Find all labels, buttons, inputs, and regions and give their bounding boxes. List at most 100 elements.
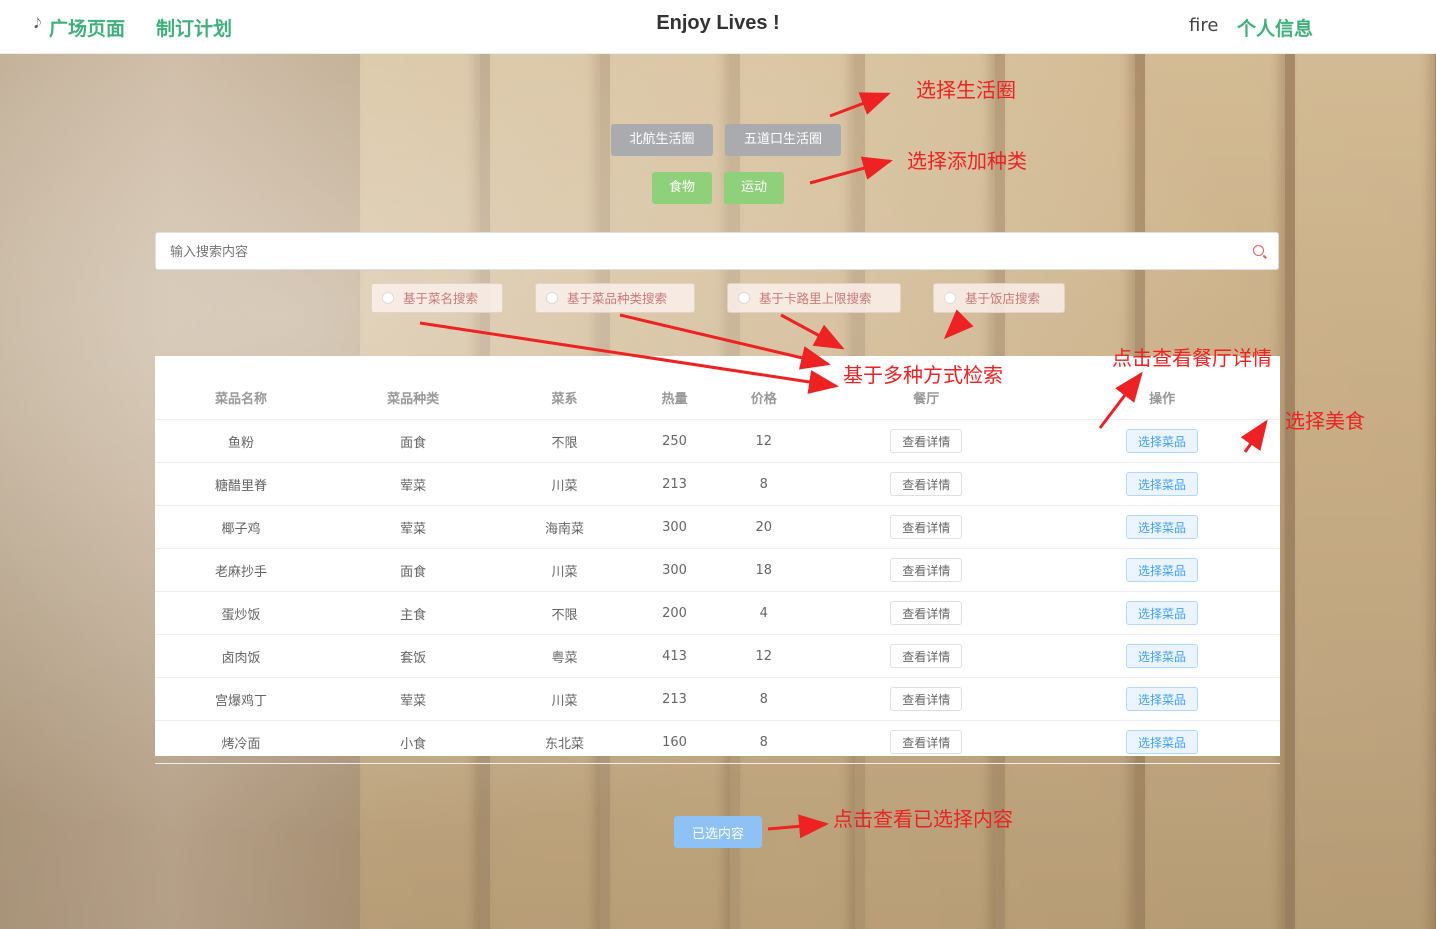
search-box bbox=[155, 232, 1279, 271]
action-cell: 选择菜品 bbox=[1044, 505, 1280, 549]
price-cell: 4 bbox=[719, 591, 809, 635]
cuisine-cell: 不限 bbox=[499, 419, 630, 463]
action-cell: 选择菜品 bbox=[1044, 720, 1280, 764]
cuisine-cell: 海南菜 bbox=[499, 505, 630, 549]
restaurant-cell: 查看详情 bbox=[808, 677, 1045, 721]
search-mode-dish-name[interactable]: 基于菜名搜索 bbox=[371, 283, 503, 313]
dish-name-cell: 鱼粉 bbox=[155, 419, 328, 463]
table-row: 卤肉饭 套饭 粤菜 413 12 查看详情 选择菜品 bbox=[155, 634, 1280, 678]
dish-type-cell: 面食 bbox=[327, 419, 500, 463]
column-header: 热量 bbox=[629, 356, 720, 420]
radio-circle-icon bbox=[738, 292, 750, 304]
annotation-selected: 点击查看已选择内容 bbox=[833, 807, 1013, 831]
cuisine-cell: 川菜 bbox=[499, 548, 630, 592]
cuisine-cell: 川菜 bbox=[499, 677, 630, 721]
action-cell: 选择菜品 bbox=[1044, 591, 1280, 635]
dish-table: 菜品名称 菜品种类 菜系 热量 价格 餐厅 操作 鱼粉 面食 不限 250 12 查看详情… bbox=[155, 356, 1280, 764]
restaurant-cell: 查看详情 bbox=[808, 720, 1045, 764]
table-row: 鱼粉 面食 不限 250 12 查看详情 选择菜品 bbox=[155, 419, 1280, 463]
select-dish-button[interactable]: 选择菜品 bbox=[1126, 730, 1199, 754]
price-cell: 8 bbox=[719, 677, 809, 721]
select-dish-button[interactable]: 选择菜品 bbox=[1126, 472, 1199, 496]
dish-name-cell: 椰子鸡 bbox=[155, 505, 328, 549]
table-row: 烤冷面 小食 东北菜 160 8 查看详情 选择菜品 bbox=[155, 720, 1280, 764]
category-sport-button[interactable]: 运动 bbox=[724, 172, 784, 204]
circle-beihang-button[interactable]: 北航生活圈 bbox=[611, 124, 713, 156]
calorie-cell: 250 bbox=[629, 419, 720, 463]
search-mode-calorie[interactable]: 基于卡路里上限搜索 bbox=[727, 283, 901, 313]
dish-name-cell: 蛋炒饭 bbox=[155, 591, 328, 635]
view-detail-button[interactable]: 查看详情 bbox=[890, 472, 963, 496]
dish-type-cell: 套饭 bbox=[327, 634, 500, 678]
dish-type-cell: 小食 bbox=[327, 720, 500, 764]
view-detail-button[interactable]: 查看详情 bbox=[890, 687, 963, 711]
restaurant-cell: 查看详情 bbox=[808, 505, 1045, 549]
select-dish-button[interactable]: 选择菜品 bbox=[1126, 601, 1199, 625]
dish-name-cell: 卤肉饭 bbox=[155, 634, 328, 678]
action-cell: 选择菜品 bbox=[1044, 548, 1280, 592]
table-row: 糖醋里脊 荤菜 川菜 213 8 查看详情 选择菜品 bbox=[155, 462, 1280, 506]
top-nav-bar: 𝅘𝅥𝅮 广场页面 制订计划 Enjoy Lives ! fire 个人信息 bbox=[0, 0, 1436, 54]
dish-name-cell: 宫爆鸡丁 bbox=[155, 677, 328, 721]
calorie-cell: 300 bbox=[629, 505, 720, 549]
calorie-cell: 413 bbox=[629, 634, 720, 678]
calorie-cell: 300 bbox=[629, 548, 720, 592]
select-dish-button[interactable]: 选择菜品 bbox=[1126, 687, 1199, 711]
action-cell: 选择菜品 bbox=[1044, 677, 1280, 721]
calorie-cell: 160 bbox=[629, 720, 720, 764]
nav-profile-link[interactable]: 个人信息 bbox=[1237, 14, 1313, 41]
search-mode-label: 基于菜品种类搜索 bbox=[567, 291, 668, 306]
view-selected-button[interactable]: 已选内容 bbox=[674, 816, 762, 848]
restaurant-cell: 查看详情 bbox=[808, 462, 1045, 506]
search-mode-restaurant[interactable]: 基于饭店搜索 bbox=[933, 283, 1065, 313]
cuisine-cell: 不限 bbox=[499, 591, 630, 635]
search-icon[interactable] bbox=[1253, 245, 1264, 256]
dish-type-cell: 面食 bbox=[327, 548, 500, 592]
view-detail-button[interactable]: 查看详情 bbox=[890, 515, 963, 539]
view-detail-button[interactable]: 查看详情 bbox=[890, 558, 963, 582]
select-dish-button[interactable]: 选择菜品 bbox=[1126, 644, 1199, 668]
annotation-detail: 点击查看餐厅详情 bbox=[1112, 346, 1272, 370]
restaurant-cell: 查看详情 bbox=[808, 634, 1045, 678]
price-cell: 12 bbox=[719, 419, 809, 463]
calorie-cell: 213 bbox=[629, 462, 720, 506]
circle-wudaokou-button[interactable]: 五道口生活圈 bbox=[725, 124, 841, 156]
action-cell: 选择菜品 bbox=[1044, 462, 1280, 506]
view-detail-button[interactable]: 查看详情 bbox=[890, 601, 963, 625]
category-food-button[interactable]: 食物 bbox=[652, 172, 712, 204]
view-detail-button[interactable]: 查看详情 bbox=[890, 730, 963, 754]
select-dish-button[interactable]: 选择菜品 bbox=[1126, 515, 1199, 539]
select-dish-button[interactable]: 选择菜品 bbox=[1126, 429, 1199, 453]
annotation-select: 选择美食 bbox=[1285, 409, 1365, 433]
action-cell: 选择菜品 bbox=[1044, 634, 1280, 678]
price-cell: 8 bbox=[719, 720, 809, 764]
search-mode-label: 基于菜名搜索 bbox=[403, 291, 479, 306]
search-input[interactable] bbox=[168, 233, 1242, 271]
radio-circle-icon bbox=[546, 292, 558, 304]
price-cell: 20 bbox=[719, 505, 809, 549]
column-header: 价格 bbox=[719, 356, 809, 420]
calorie-cell: 200 bbox=[629, 591, 720, 635]
annotation-circle: 选择生活圈 bbox=[916, 78, 1016, 102]
price-cell: 8 bbox=[719, 462, 809, 506]
search-mode-dish-type[interactable]: 基于菜品种类搜索 bbox=[535, 283, 695, 313]
column-header: 菜品名称 bbox=[155, 356, 328, 420]
brand-title: Enjoy Lives ! bbox=[656, 12, 780, 34]
table-row: 老麻抄手 面食 川菜 300 18 查看详情 选择菜品 bbox=[155, 548, 1280, 592]
restaurant-cell: 查看详情 bbox=[808, 419, 1045, 463]
dish-name-cell: 烤冷面 bbox=[155, 720, 328, 764]
search-mode-label: 基于卡路里上限搜索 bbox=[759, 291, 872, 306]
dish-name-cell: 糖醋里脊 bbox=[155, 462, 328, 506]
cuisine-cell: 东北菜 bbox=[499, 720, 630, 764]
dish-type-cell: 主食 bbox=[327, 591, 500, 635]
view-detail-button[interactable]: 查看详情 bbox=[890, 429, 963, 453]
select-dish-button[interactable]: 选择菜品 bbox=[1126, 558, 1199, 582]
dish-name-cell: 老麻抄手 bbox=[155, 548, 328, 592]
view-detail-button[interactable]: 查看详情 bbox=[890, 644, 963, 668]
dish-type-cell: 荤菜 bbox=[327, 677, 500, 721]
annotation-category: 选择添加种类 bbox=[907, 149, 1027, 173]
dish-type-cell: 荤菜 bbox=[327, 462, 500, 506]
restaurant-cell: 查看详情 bbox=[808, 591, 1045, 635]
price-cell: 18 bbox=[719, 548, 809, 592]
table-row: 椰子鸡 荤菜 海南菜 300 20 查看详情 选择菜品 bbox=[155, 505, 1280, 549]
